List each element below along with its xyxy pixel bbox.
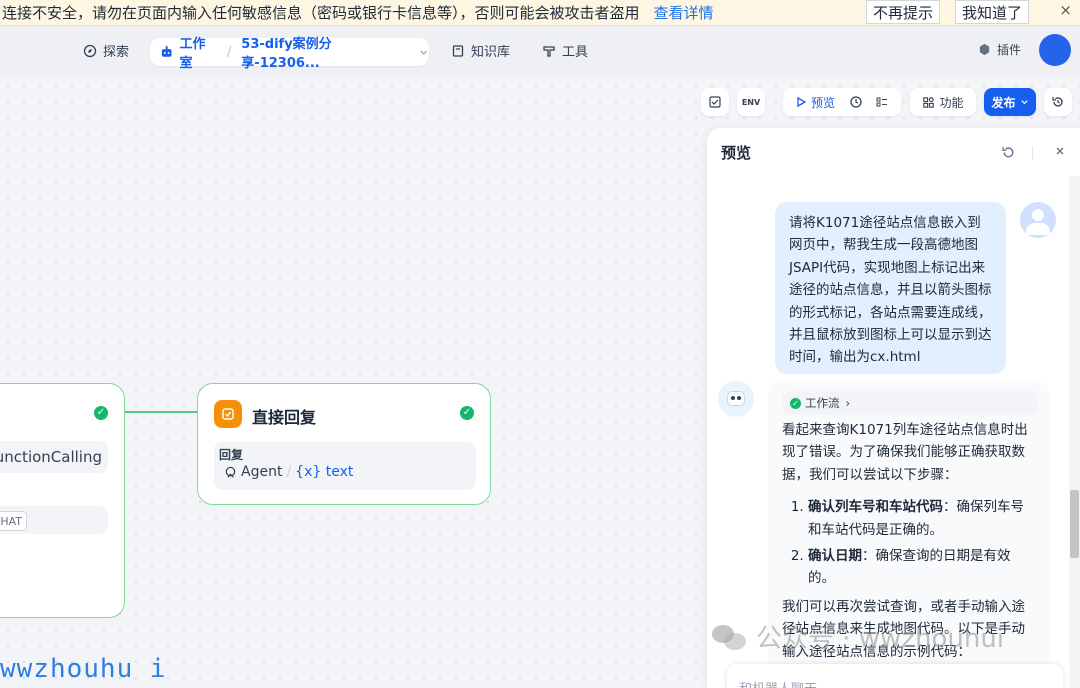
connection-edge (125, 411, 197, 413)
nav-knowledge[interactable]: 知识库 (451, 41, 510, 60)
bot-intro: 看起来查询K1071列车途径站点信息时出现了错误。为了确保我们能够正确获取数据，… (782, 422, 1028, 483)
answer-node[interactable]: 直接回复 ✓ 回复 Agent / {x} text (197, 383, 491, 505)
preview-button[interactable]: 预览 (811, 94, 835, 111)
watermark-right: 公众号 · wwzhouhui (712, 618, 1004, 655)
list-item: 确认列车号和车站代码：确保列车号和车站代码是正确的。 (808, 496, 1035, 541)
agent-node[interactable] (0, 383, 125, 618)
play-icon (797, 96, 807, 108)
agent-strategy-label: unctionCalling (0, 448, 102, 466)
top-navigation: 探索 工作室 / 53-dify案例分享-12306... 知识库 工具 插件 (0, 26, 1080, 78)
chevron-right-icon: › (845, 396, 851, 410)
success-check-icon: ✓ (460, 406, 474, 420)
preview-group: 预览 (783, 88, 901, 116)
features-label: 功能 (939, 95, 964, 110)
warning-details-link[interactable]: 查看详情 (654, 2, 714, 23)
close-icon[interactable] (1053, 144, 1067, 158)
app-name[interactable]: 53-dify案例分享-12306... (241, 33, 403, 71)
version-history-button[interactable] (1044, 88, 1072, 116)
features-icon (923, 96, 935, 108)
robot-eye (731, 396, 735, 400)
workflow-toggle[interactable]: ✓ 工作流 › (782, 391, 1038, 415)
steps-list: 确认列车号和车站代码：确保列车号和车站代码是正确的。 确认日期：确保查询的日期是… (782, 496, 1035, 590)
features-button[interactable]: 功能 (910, 88, 976, 116)
workflow-label: 工作流 (805, 396, 840, 410)
chevron-down-icon[interactable] (419, 47, 429, 57)
checklist-icon (709, 96, 721, 108)
answer-label: 回复 (219, 448, 244, 462)
warning-close-icon[interactable]: × (1059, 1, 1072, 19)
chevron-down-icon (1020, 99, 1028, 104)
nav-separator: / (226, 44, 232, 60)
history-run-icon[interactable] (849, 95, 863, 109)
warning-text: 连接不安全，请勿在页面内输入任何敏感信息（密码或银行卡信息等），否则可能会被攻击… (2, 4, 640, 22)
nav-studio[interactable]: 工作室 / 53-dify案例分享-12306... (150, 37, 429, 71)
answer-node-title: 直接回复 (252, 408, 317, 427)
env-label: ENV (741, 97, 761, 107)
book-icon (452, 44, 464, 57)
avatar-shoulders (1026, 223, 1050, 235)
wechat-icon (712, 623, 748, 651)
agent-strategy-field[interactable]: unctionCalling (0, 441, 108, 473)
preview-panel: 预览 请将K1071途径站点信息嵌入到网页中，帮我生成一段高德地图JSAPI代码… (707, 128, 1080, 688)
hammer-icon (543, 45, 555, 57)
compass-icon (83, 44, 97, 57)
list-icon[interactable] (875, 95, 889, 109)
step-title: 确认列车号和车站代码 (808, 499, 943, 516)
env-button[interactable]: ENV (737, 88, 765, 116)
variable-name: {x} text (295, 464, 354, 480)
got-it-button[interactable]: 我知道了 (955, 0, 1030, 24)
user-avatar-top[interactable] (1039, 34, 1071, 66)
watermark-right-text: 公众号 · wwzhouhui (756, 624, 1005, 654)
scrollbar-track[interactable] (1069, 176, 1080, 688)
no-remind-button[interactable]: 不再提示 (866, 0, 941, 24)
watermark-left: wwzhouhu i (0, 654, 167, 684)
chat-input[interactable]: 和机器人聊天 (727, 664, 1063, 688)
nav-tools[interactable]: 工具 (542, 41, 588, 60)
robot-icon (727, 391, 745, 406)
publish-label: 发布 (991, 95, 1016, 110)
preview-title: 预览 (721, 144, 752, 162)
variable-node-name: Agent (241, 464, 283, 480)
publish-button[interactable]: 发布 (984, 88, 1036, 116)
nav-explore-label: 探索 (103, 45, 130, 60)
avatar-head (1032, 209, 1044, 221)
model-tag: HAT (0, 511, 27, 531)
nav-plugins[interactable]: 插件 (978, 41, 1021, 58)
answer-node-body: 回复 Agent / {x} text (214, 442, 476, 490)
nav-plugins-label: 插件 (997, 43, 1022, 57)
list-item: 确认日期：确保查询的日期是有效的。 (808, 545, 1035, 590)
scrollbar-thumb[interactable] (1070, 490, 1079, 558)
history-icon (1052, 97, 1063, 107)
success-check-icon: ✓ (94, 406, 108, 420)
user-avatar (1020, 202, 1056, 238)
security-warning-bar: 连接不安全，请勿在页面内输入任何敏感信息（密码或银行卡信息等），否则可能会被攻击… (0, 0, 1080, 26)
nav-tools-label: 工具 (562, 45, 589, 60)
robot-icon (161, 46, 172, 57)
user-message: 请将K1071途径站点信息嵌入到网页中，帮我生成一段高德地图JSAPI代码，实现… (775, 202, 1006, 374)
bot-avatar (718, 381, 754, 417)
answer-variable: Agent / {x} text (224, 464, 353, 480)
success-check-icon: ✓ (790, 397, 801, 409)
refresh-icon[interactable] (1001, 145, 1016, 160)
panel-divider (1032, 146, 1033, 160)
step-title: 确认日期 (808, 548, 862, 565)
cube-icon (979, 43, 990, 56)
answer-icon (214, 400, 242, 428)
robot-eye (737, 396, 741, 400)
agent-icon (225, 466, 236, 478)
checklist-button[interactable] (701, 88, 729, 116)
nav-knowledge-label: 知识库 (471, 45, 511, 60)
nav-studio-label: 工作室 (179, 37, 206, 71)
nav-explore[interactable]: 探索 (83, 41, 129, 60)
variable-separator: / (286, 464, 292, 480)
